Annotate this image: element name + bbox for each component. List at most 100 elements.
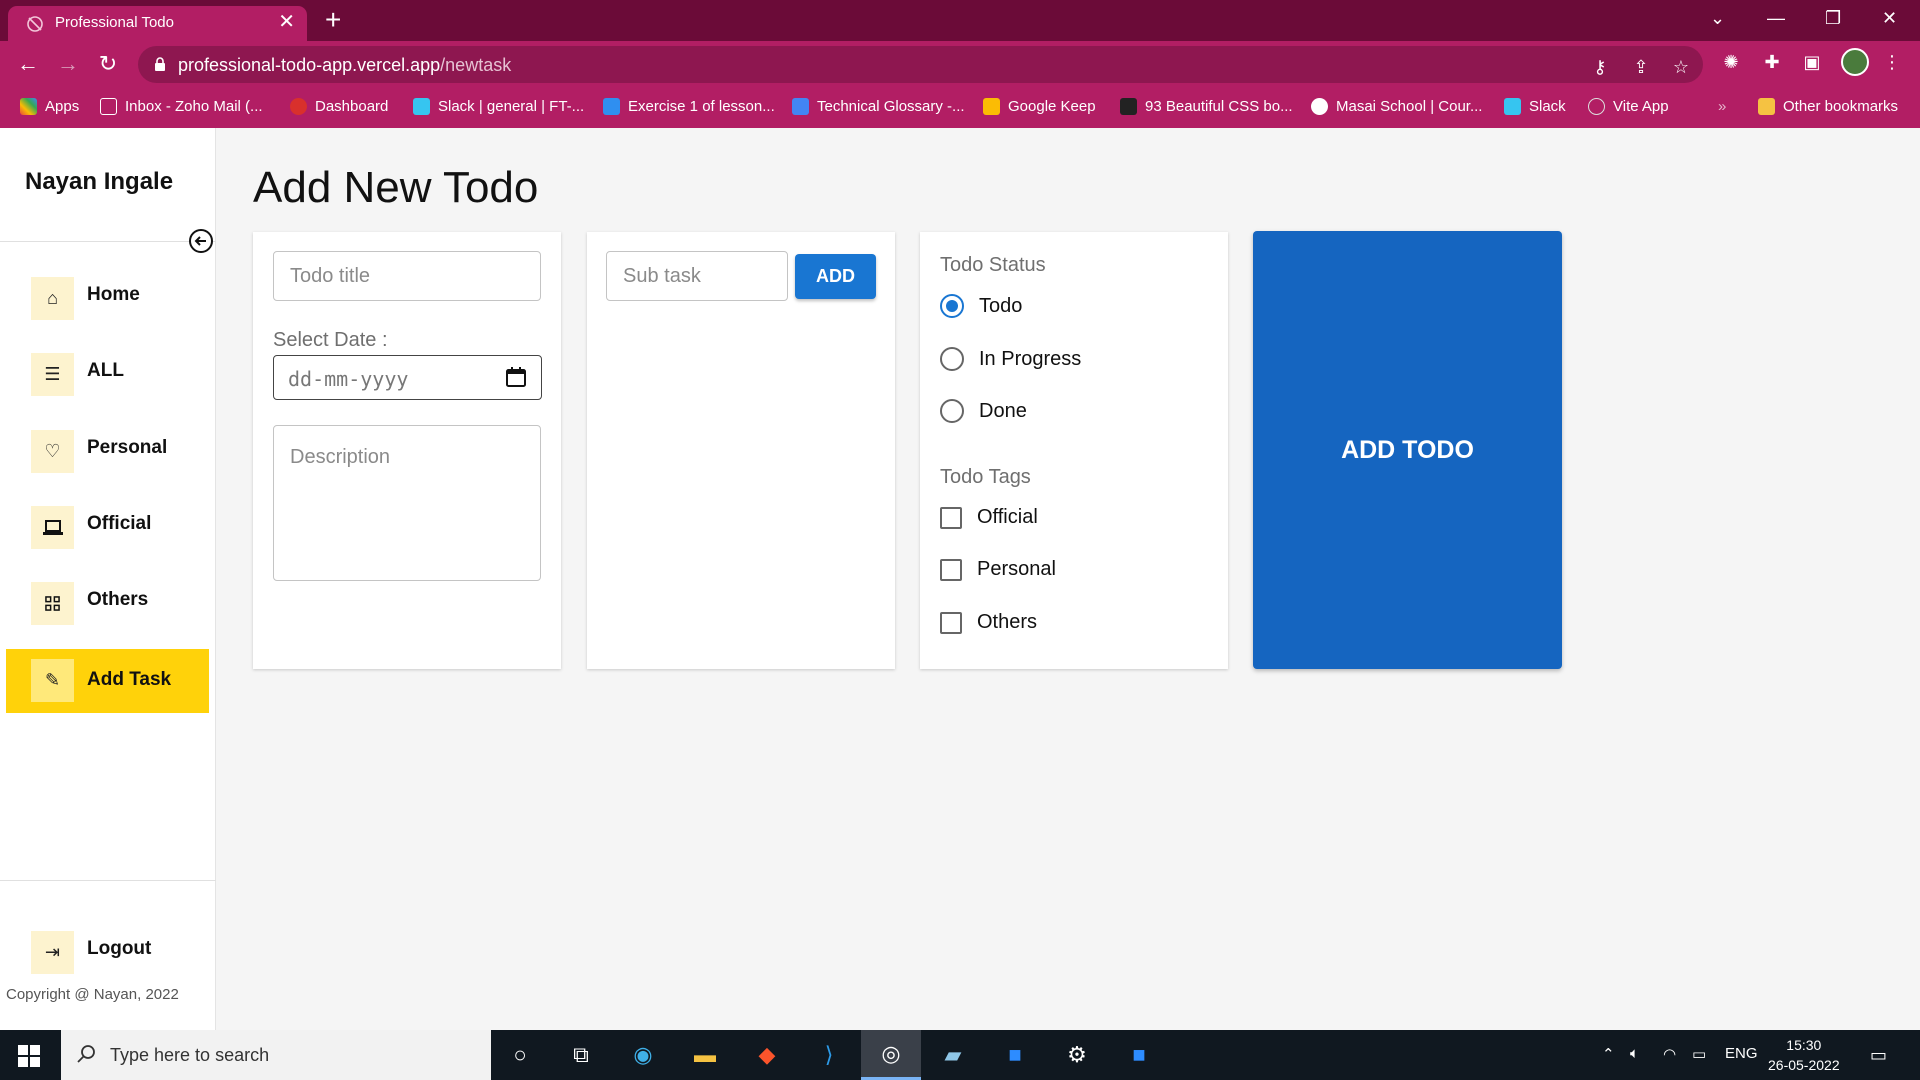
bookmark-glossary[interactable]: Technical Glossary -...: [792, 98, 965, 115]
vscode-icon[interactable]: ⟩: [813, 1039, 845, 1071]
calendar-icon[interactable]: [505, 366, 527, 388]
taskbar-search[interactable]: Type here to search: [61, 1030, 491, 1080]
puzzle-extensions-icon[interactable]: ✚: [1760, 50, 1784, 74]
date-picker[interactable]: dd-mm-yyyy: [273, 355, 542, 400]
nav-label: Others: [87, 589, 149, 610]
subtask-field[interactable]: [606, 251, 788, 301]
windows-taskbar: Type here to search ○ ⧉ ◉ ▬ ◆ ⟩ ◎ ▰ ■ ⚙ …: [0, 1030, 1920, 1080]
description-input[interactable]: [274, 426, 540, 580]
laptop-icon: [31, 506, 74, 549]
new-tab-icon[interactable]: +: [325, 6, 341, 34]
bookmark-slack-general[interactable]: Slack | general | FT-...: [413, 98, 584, 115]
logout-button[interactable]: ⇥ Logout: [6, 915, 209, 979]
radio-icon[interactable]: [940, 399, 964, 423]
collapse-sidebar-icon[interactable]: [188, 228, 214, 254]
option-label: Others: [977, 611, 1038, 633]
bookmark-exercise[interactable]: Exercise 1 of lesson...: [603, 98, 775, 115]
bookmark-dashboard[interactable]: Dashboard: [290, 98, 388, 115]
copyright-text: Copyright @ Nayan, 2022: [6, 986, 179, 1003]
checkbox-icon[interactable]: [940, 558, 962, 581]
reload-icon[interactable]: ↻: [94, 50, 122, 78]
status-option-in-progress[interactable]: In Progress: [940, 347, 1081, 371]
side-panel-icon[interactable]: ▣: [1800, 50, 1824, 74]
notifications-icon[interactable]: ▭: [1870, 1045, 1887, 1066]
edge-icon[interactable]: ◉: [627, 1039, 659, 1071]
radio-icon[interactable]: [940, 347, 964, 371]
add-todo-button[interactable]: ADD TODO: [1253, 231, 1562, 669]
password-key-icon[interactable]: ⚷: [1588, 55, 1612, 79]
tag-option-official[interactable]: Official: [940, 506, 1038, 529]
bookmark-vite[interactable]: Vite App: [1588, 98, 1669, 115]
close-window-icon[interactable]: ✕: [1882, 8, 1897, 29]
bookmark-slack[interactable]: Slack: [1504, 98, 1566, 115]
browser-tab[interactable]: Professional Todo ✕: [8, 6, 307, 41]
slack-icon: [413, 98, 430, 115]
vite-icon: [1588, 98, 1605, 115]
todo-title-input[interactable]: [274, 252, 540, 300]
tab-close-icon[interactable]: ✕: [278, 12, 295, 32]
nav-item-others[interactable]: Others: [6, 566, 209, 630]
option-label: Todo: [979, 294, 1023, 317]
language-indicator[interactable]: ENG: [1725, 1045, 1758, 1062]
bookmark-css[interactable]: 93 Beautiful CSS bo...: [1120, 98, 1293, 115]
checkbox-icon[interactable]: [940, 611, 962, 634]
zoom-icon[interactable]: ■: [999, 1039, 1031, 1071]
nav-item-personal[interactable]: ♡ Personal: [6, 414, 209, 478]
status-option-done[interactable]: Done: [940, 399, 1027, 423]
battery-icon[interactable]: ▭: [1692, 1045, 1706, 1063]
subtask-input[interactable]: [607, 252, 787, 300]
share-icon[interactable]: ⇪: [1629, 55, 1653, 79]
tag-option-others[interactable]: Others: [940, 611, 1037, 634]
other-bookmarks[interactable]: Other bookmarks: [1758, 98, 1898, 115]
restore-icon[interactable]: ❐: [1825, 8, 1841, 29]
volume-icon[interactable]: 🔈︎: [1630, 1045, 1639, 1062]
clock-date: 26-05-2022: [1768, 1057, 1840, 1073]
zoom-meeting-icon[interactable]: ■: [1123, 1039, 1155, 1071]
extension-icon[interactable]: ✺: [1719, 50, 1743, 74]
file-explorer-icon[interactable]: ▬: [689, 1039, 721, 1071]
wifi-icon[interactable]: ◠: [1663, 1045, 1676, 1063]
bookmark-apps[interactable]: Apps: [20, 98, 79, 115]
bookmark-keep[interactable]: Google Keep: [983, 98, 1096, 115]
status-option-todo[interactable]: Todo: [940, 294, 1022, 318]
search-placeholder: Type here to search: [110, 1045, 270, 1065]
nav-label: ALL: [87, 360, 124, 381]
system-clock[interactable]: 15:30 26-05-2022: [1768, 1035, 1840, 1075]
cortana-icon[interactable]: ○: [504, 1039, 536, 1071]
todo-title-field[interactable]: [273, 251, 541, 301]
checkbox-icon[interactable]: [940, 506, 962, 529]
bookmark-masai[interactable]: Masai School | Cour...: [1311, 98, 1482, 115]
option-label: Done: [979, 399, 1027, 422]
add-subtask-button[interactable]: ADD: [795, 254, 876, 299]
nav-item-official[interactable]: Official: [6, 490, 209, 554]
bookmark-zoho[interactable]: Inbox - Zoho Mail (...: [100, 98, 263, 115]
date-placeholder: dd-mm-yyyy: [288, 367, 409, 391]
nav-item-home[interactable]: ⌂ Home: [6, 261, 209, 325]
masai-icon: [1311, 98, 1328, 115]
tray-chevron-icon[interactable]: ⌃: [1602, 1045, 1615, 1063]
nav-item-all[interactable]: ☰ ALL: [6, 337, 209, 401]
brave-icon[interactable]: ◆: [751, 1039, 783, 1071]
task-view-icon[interactable]: ⧉: [565, 1039, 597, 1071]
back-icon[interactable]: ←: [14, 50, 42, 78]
forward-icon[interactable]: →: [54, 50, 82, 78]
radio-selected-icon[interactable]: [940, 294, 964, 318]
tab-search-icon[interactable]: ⌄: [1710, 8, 1725, 29]
tag-option-personal[interactable]: Personal: [940, 558, 1056, 581]
settings-gear-icon[interactable]: ⚙: [1061, 1039, 1093, 1071]
nav-label: Logout: [87, 938, 152, 959]
option-label: Personal: [977, 558, 1056, 580]
nav-item-add-task[interactable]: ✎ Add Task: [6, 649, 209, 713]
notes-app-icon[interactable]: ▰: [937, 1039, 969, 1071]
description-field[interactable]: [273, 425, 541, 581]
list-icon: ☰: [31, 353, 74, 396]
minimize-icon[interactable]: —: [1767, 8, 1785, 29]
address-bar[interactable]: professional-todo-app.vercel.app/newtask…: [138, 46, 1703, 83]
pencil-icon: ✎: [31, 659, 74, 702]
profile-avatar[interactable]: [1841, 48, 1869, 76]
menu-kebab-icon[interactable]: ⋮: [1880, 50, 1904, 74]
bookmarks-overflow[interactable]: »: [1718, 98, 1726, 115]
chrome-icon[interactable]: ◎: [861, 1030, 921, 1080]
bookmark-star-icon[interactable]: ☆: [1669, 55, 1693, 79]
windows-start-icon[interactable]: [18, 1045, 40, 1067]
